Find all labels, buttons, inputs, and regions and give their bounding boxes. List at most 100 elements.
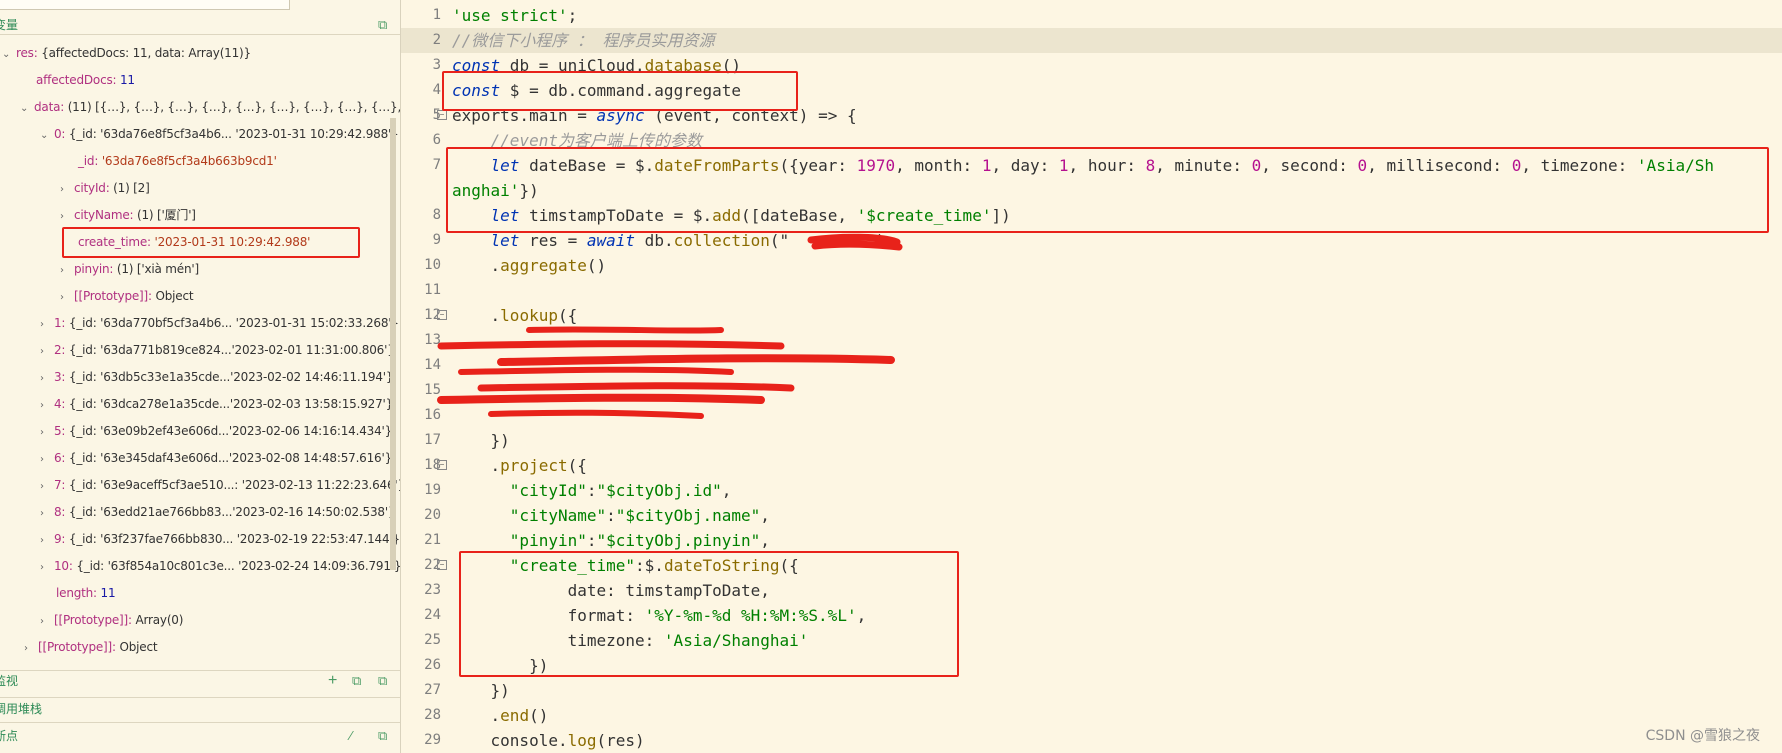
chevron-right-icon[interactable]: › bbox=[40, 395, 54, 417]
tree-row-item-6[interactable]: › 6: {_id: '63e345daf43e606d...'2023-02-0… bbox=[40, 447, 392, 469]
line-number: 2 bbox=[432, 32, 441, 48]
chevron-right-icon[interactable]: › bbox=[60, 287, 74, 309]
line-number: 9 bbox=[432, 232, 441, 248]
chevron-right-icon[interactable]: › bbox=[40, 449, 54, 471]
chevron-right-icon[interactable]: › bbox=[40, 476, 54, 498]
fold-icon[interactable]: − bbox=[437, 310, 447, 320]
line-number: 11 bbox=[424, 282, 441, 298]
code-string: '$create_time' bbox=[856, 206, 992, 225]
code-string: 'Asia/Sh bbox=[1636, 156, 1714, 175]
line-number: 26 bbox=[424, 657, 441, 673]
variables-scrollbar[interactable] bbox=[390, 118, 396, 570]
refresh-icon[interactable]: ⧉ bbox=[352, 672, 361, 690]
tree-row-create-time[interactable]: create_time: '2023-01-31 10:29:42.988' bbox=[78, 231, 310, 253]
chevron-down-icon[interactable]: ⌄ bbox=[20, 98, 34, 120]
line-number: 28 bbox=[424, 707, 441, 723]
line-number: 3 bbox=[432, 57, 441, 73]
tree-row-prototype[interactable]: › [[Prototype]]: Object bbox=[60, 285, 194, 309]
tree-row-array-prototype[interactable]: › [[Prototype]]: Array(0) bbox=[40, 609, 183, 631]
code-string: 'use strict' bbox=[452, 6, 568, 25]
code-comment: //event为客户端上传的参数 bbox=[490, 131, 702, 150]
debug-filter-input[interactable] bbox=[0, 0, 290, 10]
tree-row-item-5[interactable]: › 5: {_id: '63e09b2ef43e606d...'2023-02-0… bbox=[40, 420, 392, 442]
callstack-title: 调用堆栈 bbox=[0, 702, 43, 716]
variables-title: 变量 bbox=[0, 18, 19, 32]
code-string: "cityName" bbox=[509, 506, 607, 525]
tree-row-pinyin[interactable]: › pinyin: (1) ['xià mén'] bbox=[60, 258, 199, 280]
tree-row-id[interactable]: _id: '63da76e8f5cf3a4b663b9cd1' bbox=[78, 150, 277, 172]
code-string: "create_time" bbox=[509, 556, 636, 575]
line-number: 20 bbox=[424, 507, 441, 523]
tree-row-cityid[interactable]: › cityId: (1) [2] bbox=[60, 177, 150, 199]
callstack-section-header[interactable]: 调用堆栈 bbox=[0, 700, 42, 718]
chevron-right-icon[interactable]: › bbox=[60, 206, 74, 228]
tree-row-item-0[interactable]: ⌄ 0: {_id: '63da76e8f5cf3a4b6... '2023-01… bbox=[40, 123, 399, 145]
tree-row-cityname[interactable]: › cityName: (1) ['厦门'] bbox=[60, 204, 196, 226]
line-number: 27 bbox=[424, 682, 441, 698]
breakpoints-section-header[interactable]: 断点 ⁄ ⧉ bbox=[0, 727, 387, 745]
chevron-right-icon[interactable]: › bbox=[40, 503, 54, 525]
tree-row-item-2[interactable]: › 2: {_id: '63da771b819ce824...'2023-02-0… bbox=[40, 339, 395, 361]
code-string: '%Y-%m-%d %H:%M:%S.%L' bbox=[644, 606, 857, 625]
collapse-all-icon[interactable]: ⧉ bbox=[378, 16, 387, 34]
chevron-down-icon[interactable]: ⌄ bbox=[40, 125, 54, 147]
tree-row-item-3[interactable]: › 3: {_id: '63db5c33e1a35cde...'2023-02-0… bbox=[40, 366, 394, 390]
tree-row-res[interactable]: ⌄ res: {affectedDocs: 11, data: Array(11)… bbox=[2, 42, 251, 64]
line-number: 19 bbox=[424, 482, 441, 498]
chevron-right-icon[interactable]: › bbox=[40, 611, 54, 633]
line-number: 1 bbox=[432, 7, 441, 23]
chevron-down-icon[interactable]: ⌄ bbox=[2, 44, 16, 66]
chevron-right-icon[interactable]: › bbox=[40, 557, 54, 579]
tree-row-affecteddocs[interactable]: affectedDocs: 11 bbox=[36, 69, 135, 91]
chevron-right-icon[interactable]: › bbox=[60, 260, 74, 282]
line-number: 7 bbox=[432, 157, 441, 173]
line-number: 10 bbox=[424, 257, 441, 273]
fold-icon[interactable]: − bbox=[437, 560, 447, 570]
chevron-right-icon[interactable]: › bbox=[40, 368, 54, 390]
toggle-breakpoints-icon[interactable]: ⁄ bbox=[350, 727, 352, 745]
line-number: 6 bbox=[432, 132, 441, 148]
code-string: "$cityObj.id" bbox=[596, 481, 722, 500]
tree-row-item-10[interactable]: › 10: {_id: '63f854a10c801c3e... '2023-02… bbox=[40, 555, 400, 579]
line-number: 21 bbox=[424, 532, 441, 548]
tree-row-item-1[interactable]: › 1: {_id: '63da770bf5cf3a4b6... '2023-01… bbox=[40, 312, 399, 334]
fold-icon[interactable]: − bbox=[437, 460, 447, 470]
tree-row-length[interactable]: length: 11 bbox=[56, 582, 116, 604]
code-string: 'Asia/Shanghai' bbox=[663, 631, 809, 650]
line-number: 16 bbox=[424, 407, 441, 423]
code-string: "pinyin" bbox=[509, 531, 587, 550]
watch-section-header[interactable]: 监视 + ⧉ ⧉ bbox=[0, 672, 387, 690]
chevron-right-icon[interactable]: › bbox=[60, 179, 74, 201]
line-number: 4 bbox=[432, 82, 441, 98]
line-number: 14 bbox=[424, 357, 441, 373]
add-icon[interactable]: + bbox=[328, 672, 337, 690]
chevron-right-icon[interactable]: › bbox=[40, 341, 54, 363]
tree-row-item-7[interactable]: › 7: {_id: '63e9aceff5cf3ae510...: '2023-… bbox=[40, 474, 400, 498]
fold-icon[interactable]: − bbox=[437, 110, 447, 120]
tree-row-data[interactable]: ⌄ data: (11) [{…}, {…}, {…}, {…}, {…}, {…… bbox=[20, 96, 400, 120]
line-number: 8 bbox=[432, 207, 441, 223]
tree-row-res-prototype[interactable]: › [[Prototype]]: Object bbox=[24, 636, 158, 660]
line-number: 25 bbox=[424, 632, 441, 648]
code-editor[interactable]: 1'use strict'; 2//微信下小程序 ： 程序员实用资源 3 cons… bbox=[401, 0, 1782, 753]
line-number: 24 bbox=[424, 607, 441, 623]
watch-title: 监视 bbox=[0, 674, 19, 688]
tree-row-item-9[interactable]: › 9: {_id: '63f237fae766bb830... '2023-02… bbox=[40, 528, 400, 550]
code-string: "$cityObj.pinyin" bbox=[596, 531, 761, 550]
variables-section-header[interactable]: 变量 ⧉ bbox=[0, 16, 387, 34]
line-number: 29 bbox=[424, 732, 441, 748]
tree-row-item-4[interactable]: › 4: {_id: '63dca278e1a35cde...'2023-02-0… bbox=[40, 393, 393, 415]
tree-row-item-8[interactable]: › 8: {_id: '63edd21ae766bb83...'2023-02-1… bbox=[40, 501, 396, 525]
code-string: "cityId" bbox=[509, 481, 587, 500]
line-number: 15 bbox=[424, 382, 441, 398]
chevron-right-icon[interactable]: › bbox=[40, 422, 54, 444]
line-number: 23 bbox=[424, 582, 441, 598]
chevron-right-icon[interactable]: › bbox=[40, 530, 54, 552]
chevron-right-icon[interactable]: › bbox=[40, 314, 54, 336]
watermark: CSDN @雪狼之夜 bbox=[1645, 728, 1760, 744]
chevron-right-icon[interactable]: › bbox=[24, 638, 38, 660]
line-number: 17 bbox=[424, 432, 441, 448]
code-comment: //微信下小程序 ： 程序员实用资源 bbox=[452, 31, 715, 50]
collapse-all-icon[interactable]: ⧉ bbox=[378, 672, 387, 690]
collapse-all-icon[interactable]: ⧉ bbox=[378, 727, 387, 745]
